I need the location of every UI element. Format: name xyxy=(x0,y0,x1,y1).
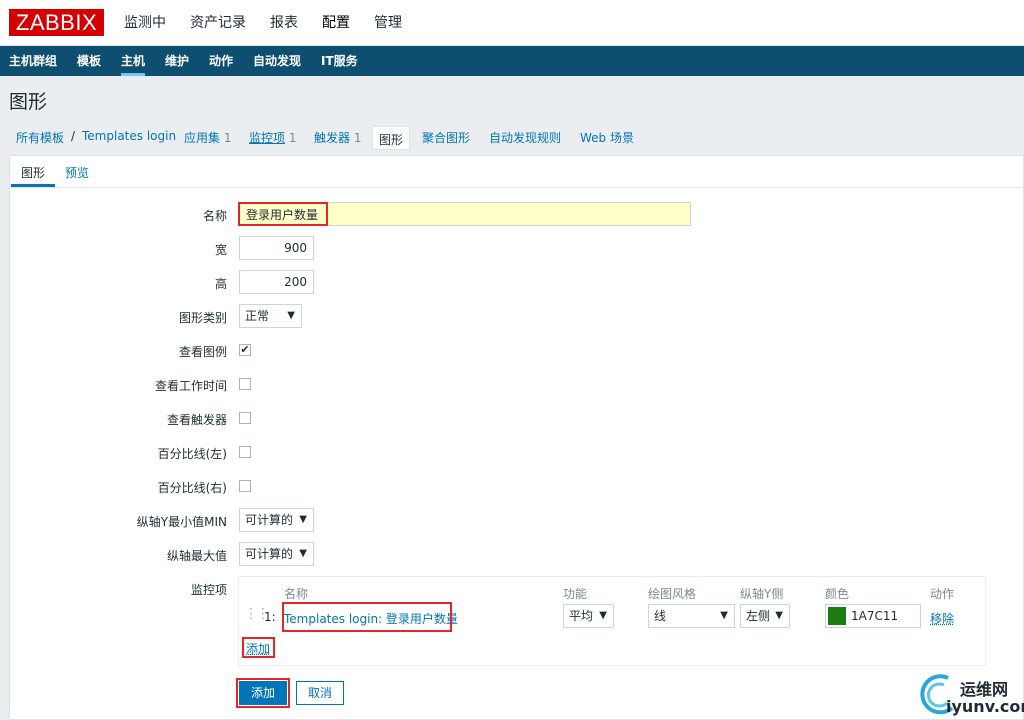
ymax-select[interactable]: 可计算的 ▼ xyxy=(239,542,314,566)
graph-type-select[interactable]: 正常 ▼ xyxy=(239,304,302,328)
colour-swatch[interactable] xyxy=(828,607,846,625)
triggers-label: 触发器 xyxy=(314,131,351,145)
menu-administration[interactable]: 管理 xyxy=(374,0,402,46)
breadcrumb-web-scenarios[interactable]: Web 场景 xyxy=(580,129,634,146)
add-item-highlight xyxy=(242,637,275,658)
menu-reports[interactable]: 报表 xyxy=(270,0,298,46)
items-label: 监控项 xyxy=(249,131,286,145)
draw-style-select[interactable]: 线 ▼ xyxy=(648,604,735,628)
graph-type-value: 正常 xyxy=(245,309,270,323)
breadcrumb-all-templates[interactable]: 所有模板 xyxy=(16,129,64,146)
ymax-value: 可计算的 xyxy=(245,547,294,561)
graph-type-label: 图形类别 xyxy=(178,311,227,325)
page-title: 图形 xyxy=(9,91,48,113)
applications-count: 1 xyxy=(223,131,232,145)
chevron-down-icon: ▼ xyxy=(720,610,728,621)
active-tab-indicator xyxy=(11,184,55,187)
triggers-count: 1 xyxy=(353,131,362,145)
show-legend-label: 查看图例 xyxy=(178,345,227,359)
form-tabs: 图形 预览 xyxy=(10,156,1024,188)
ymin-select[interactable]: 可计算的 ▼ xyxy=(239,508,314,532)
items-label: 监控项 xyxy=(190,583,227,597)
colour-value: 1A7C11 xyxy=(851,609,899,623)
graph-form-panel: 图形 预览 名称 宽 高 图形类别 正常 ▼ 查看图例 ✔ 查看工作时间 查看触… xyxy=(9,155,1024,720)
col-name: 名称 xyxy=(284,587,309,601)
chevron-down-icon: ▼ xyxy=(299,548,307,559)
main-menu: 监测中 资产记录 报表 配置 管理 xyxy=(124,0,426,46)
top-header: ZABBIX 监测中 资产记录 报表 配置 管理 xyxy=(0,0,1024,46)
name-highlight xyxy=(238,202,328,226)
add-button-highlight xyxy=(236,678,290,708)
name-label: 名称 xyxy=(202,209,227,223)
submenu-maintenance[interactable]: 维护 xyxy=(165,46,189,76)
submenu-actions[interactable]: 动作 xyxy=(209,46,233,76)
percentile-right-checkbox[interactable] xyxy=(239,480,251,492)
col-y-axis-side: 纵轴Y侧 xyxy=(740,587,784,601)
submenu-hosts[interactable]: 主机 xyxy=(121,46,146,76)
height-field[interactable] xyxy=(239,270,314,294)
submenu-host-groups[interactable]: 主机群组 xyxy=(9,46,57,76)
width-field[interactable] xyxy=(239,236,314,260)
breadcrumb: 所有模板 / Templates login 应用集 1 监控项 1 触发器 1… xyxy=(0,120,1024,154)
show-triggers-label: 查看触发器 xyxy=(166,413,227,427)
items-table: 名称 功能 绘图风格 纵轴Y侧 颜色 动作 ⋮⋮ 1: Templates lo… xyxy=(238,576,986,666)
menu-configuration[interactable]: 配置 xyxy=(322,0,350,46)
chevron-down-icon: ▼ xyxy=(287,310,295,321)
ymin-value: 可计算的 xyxy=(245,513,294,527)
function-value: 平均 xyxy=(569,609,594,623)
breadcrumb-separator: / xyxy=(71,129,76,143)
function-select[interactable]: 平均 ▼ xyxy=(563,604,614,628)
percentile-left-label: 百分比线(左) xyxy=(157,447,227,461)
percentile-right-label: 百分比线(右) xyxy=(157,481,227,495)
cancel-button[interactable]: 取消 xyxy=(296,681,344,705)
menu-monitoring[interactable]: 监测中 xyxy=(124,0,166,46)
submenu-it-services[interactable]: IT服务 xyxy=(321,46,358,76)
col-action: 动作 xyxy=(930,587,955,601)
items-count: 1 xyxy=(288,131,297,145)
tab-graph[interactable]: 图形 xyxy=(21,164,45,181)
submenu-discovery[interactable]: 自动发现 xyxy=(253,46,301,76)
submenu-templates[interactable]: 模板 xyxy=(77,46,101,76)
breadcrumb-applications[interactable]: 应用集 1 xyxy=(184,129,231,146)
item-highlight xyxy=(282,602,452,632)
col-colour: 颜色 xyxy=(825,587,850,601)
percentile-left-checkbox[interactable] xyxy=(239,446,251,458)
draw-style-value: 线 xyxy=(654,609,667,623)
applications-label: 应用集 xyxy=(184,131,221,145)
ymin-label: 纵轴Y最小值MIN xyxy=(136,515,227,529)
show-worktime-label: 查看工作时间 xyxy=(154,379,227,393)
row-index: 1: xyxy=(264,610,276,624)
width-label: 宽 xyxy=(214,243,227,257)
show-legend-checkbox[interactable]: ✔ xyxy=(239,344,251,356)
y-axis-side-select[interactable]: 左侧 ▼ xyxy=(740,604,790,628)
col-draw-style: 绘图风格 xyxy=(648,587,697,601)
breadcrumb-template[interactable]: Templates login xyxy=(82,129,176,143)
col-function: 功能 xyxy=(563,587,588,601)
breadcrumb-triggers[interactable]: 触发器 1 xyxy=(314,129,361,146)
watermark-text-domain: iyunv.com xyxy=(946,697,1024,716)
watermark: 运维网 iyunv.com xyxy=(918,670,1024,720)
breadcrumb-items[interactable]: 监控项 1 xyxy=(249,129,296,146)
breadcrumb-discovery-rules[interactable]: 自动发现规则 xyxy=(489,129,561,146)
zabbix-logo[interactable]: ZABBIX xyxy=(9,9,104,36)
y-axis-side-value: 左侧 xyxy=(746,609,771,623)
remove-item-link[interactable]: 移除 xyxy=(930,610,954,627)
chevron-down-icon: ▼ xyxy=(599,610,607,621)
chevron-down-icon: ▼ xyxy=(775,610,783,621)
breadcrumb-screens[interactable]: 聚合图形 xyxy=(422,129,470,146)
colour-picker[interactable]: 1A7C11 xyxy=(825,604,921,628)
menu-inventory[interactable]: 资产记录 xyxy=(190,0,246,46)
tab-preview[interactable]: 预览 xyxy=(65,164,89,181)
chevron-down-icon: ▼ xyxy=(299,514,307,525)
ymax-label: 纵轴最大值 xyxy=(166,549,227,563)
show-triggers-checkbox[interactable] xyxy=(239,412,251,424)
breadcrumb-graphs[interactable]: 图形 xyxy=(372,126,411,150)
height-label: 高 xyxy=(214,277,227,291)
sub-menu: 主机群组 模板 主机 维护 动作 自动发现 IT服务 xyxy=(0,46,1024,76)
show-worktime-checkbox[interactable] xyxy=(239,378,251,390)
